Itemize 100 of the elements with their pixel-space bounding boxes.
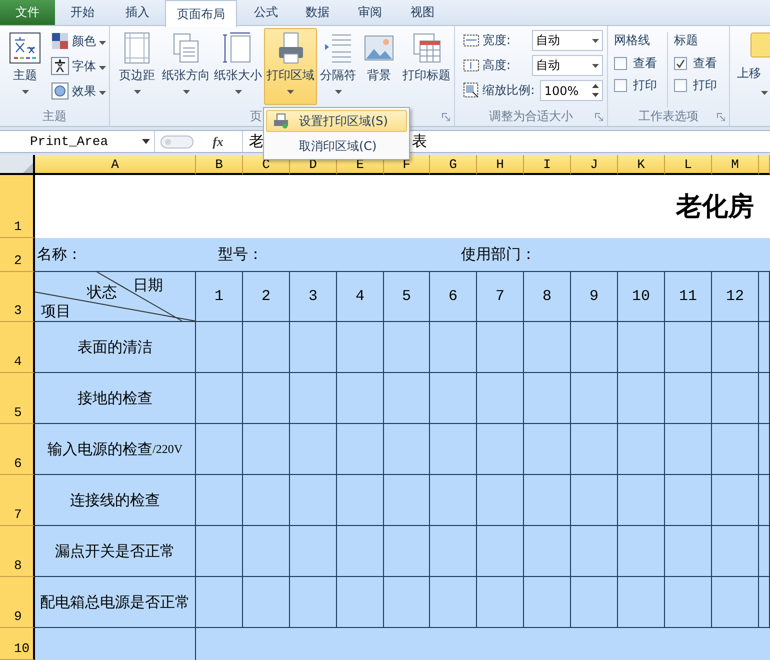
dropdown-field[interactable]: 自动 xyxy=(532,55,603,76)
table-cell xyxy=(477,526,524,577)
table-cell: 11 xyxy=(665,272,712,322)
table-cell: 12 xyxy=(712,272,759,322)
theme-option-button[interactable]: 颜色 xyxy=(49,30,108,52)
table-cell xyxy=(665,475,712,526)
table-cell xyxy=(665,322,712,373)
table-cell xyxy=(618,373,665,424)
column-header[interactable]: A xyxy=(35,155,196,175)
column-header[interactable]: L xyxy=(665,155,712,175)
table-cell xyxy=(477,373,524,424)
table-cell xyxy=(712,373,759,424)
table-cell xyxy=(384,424,430,475)
ribbon-tab[interactable]: 数据 xyxy=(295,0,340,25)
form-label: 型号： xyxy=(218,245,263,263)
column-header[interactable]: G xyxy=(430,155,477,175)
row-header[interactable]: 5 xyxy=(0,373,35,424)
name-box[interactable]: Print_Area xyxy=(0,131,155,152)
group-label: 调整为合适大小 xyxy=(489,108,573,125)
table-cell xyxy=(665,424,712,475)
row-header[interactable]: 7 xyxy=(0,475,35,526)
file-tab[interactable]: 文件 xyxy=(0,0,55,25)
sheet-title: 老化房 xyxy=(676,191,754,223)
table-cell xyxy=(243,373,290,424)
function-button[interactable]: fx xyxy=(194,134,242,150)
table-cell xyxy=(477,322,524,373)
menu-item[interactable]: 设置打印区域(S) xyxy=(266,110,407,132)
row-header[interactable]: 9 xyxy=(0,577,35,628)
row-header[interactable]: 8 xyxy=(0,526,35,577)
table-cell xyxy=(337,475,384,526)
dialog-launcher-icon[interactable] xyxy=(595,113,603,121)
bring-forward-button[interactable]: 上移 xyxy=(730,26,770,103)
table-cell: 接地的检查 xyxy=(35,373,196,424)
ribbon-button[interactable]: 纸张方向 xyxy=(160,28,212,105)
row-header[interactable]: 3 xyxy=(0,272,35,322)
ribbon-tab[interactable]: 审阅 xyxy=(340,0,400,25)
row-header[interactable]: 6 xyxy=(0,424,35,475)
table-cell xyxy=(430,577,477,628)
column-header[interactable]: B xyxy=(196,155,243,175)
font-icon xyxy=(51,57,69,75)
ribbon-button[interactable]: 纸张大小 xyxy=(212,28,264,105)
table-cell xyxy=(243,577,290,628)
form-label: 名称： xyxy=(37,245,82,263)
checkbox[interactable]: 查看 xyxy=(674,54,717,72)
spin-field[interactable]: 100% xyxy=(540,80,604,101)
table-cell: 漏点开关是否正常 xyxy=(35,526,196,577)
ribbon-button[interactable]: 打印区域 xyxy=(264,28,317,105)
theme-button[interactable]: 主题 xyxy=(4,28,46,105)
table-cell xyxy=(712,322,759,373)
table-cell xyxy=(618,424,665,475)
theme-icon xyxy=(9,32,41,64)
ribbon-button[interactable]: 页边距 xyxy=(114,28,160,105)
table-cell xyxy=(759,526,770,577)
table-cell: 8 xyxy=(524,272,571,322)
table-cell xyxy=(477,577,524,628)
dropdown-field[interactable]: 自动 xyxy=(532,30,603,51)
dialog-launcher-icon[interactable] xyxy=(717,113,725,121)
checkbox[interactable]: 打印 xyxy=(674,76,717,94)
ribbon-tab[interactable]: 视图 xyxy=(400,0,445,25)
table-cell xyxy=(290,475,337,526)
column-header[interactable]: I xyxy=(524,155,571,175)
table-cell: 3 xyxy=(290,272,337,322)
checkbox[interactable]: 查看 xyxy=(614,54,657,72)
table-cell: 表面的清洁 xyxy=(35,322,196,373)
table-cell: 5 xyxy=(384,272,430,322)
ribbon-button[interactable]: 分隔符 xyxy=(317,28,359,105)
row-header[interactable]: 10 xyxy=(0,628,35,660)
ribbon-button[interactable]: 背景 xyxy=(359,28,399,105)
table-cell xyxy=(571,526,618,577)
row-header[interactable]: 4 xyxy=(0,322,35,373)
row-header[interactable]: 2 xyxy=(0,238,35,272)
column-header[interactable]: K xyxy=(618,155,665,175)
theme-option-button[interactable]: 字体 xyxy=(49,55,108,77)
field-label: 宽度: xyxy=(482,32,512,49)
table-cell: 输入电源的检查/220V xyxy=(35,424,196,475)
column-header[interactable]: J xyxy=(571,155,618,175)
row-header[interactable]: 1 xyxy=(0,175,35,238)
column-header[interactable]: H xyxy=(477,155,524,175)
table-cell xyxy=(384,373,430,424)
dialog-launcher-icon[interactable] xyxy=(442,113,450,121)
margins-icon xyxy=(122,32,152,64)
table-cell xyxy=(290,322,337,373)
column-header[interactable] xyxy=(759,155,770,175)
table-cell xyxy=(759,475,770,526)
table-cell xyxy=(571,475,618,526)
select-all-button[interactable] xyxy=(0,155,35,175)
table-cell xyxy=(290,373,337,424)
ribbon-button[interactable]: 打印标题 xyxy=(399,28,454,105)
checkbox[interactable]: 打印 xyxy=(614,76,657,94)
table-cell xyxy=(665,577,712,628)
printer-icon xyxy=(273,113,289,129)
theme-option-button[interactable]: 效果 xyxy=(49,80,108,102)
column-header[interactable]: M xyxy=(712,155,759,175)
ribbon-tab[interactable]: 插入 xyxy=(110,0,165,25)
ribbon-tab[interactable]: 页面布局 xyxy=(165,0,237,27)
table-cell xyxy=(430,322,477,373)
ribbon-tab[interactable]: 开始 xyxy=(55,0,110,25)
caret-icon xyxy=(142,139,150,144)
ribbon-tab[interactable]: 公式 xyxy=(237,0,295,25)
table-cell xyxy=(243,424,290,475)
